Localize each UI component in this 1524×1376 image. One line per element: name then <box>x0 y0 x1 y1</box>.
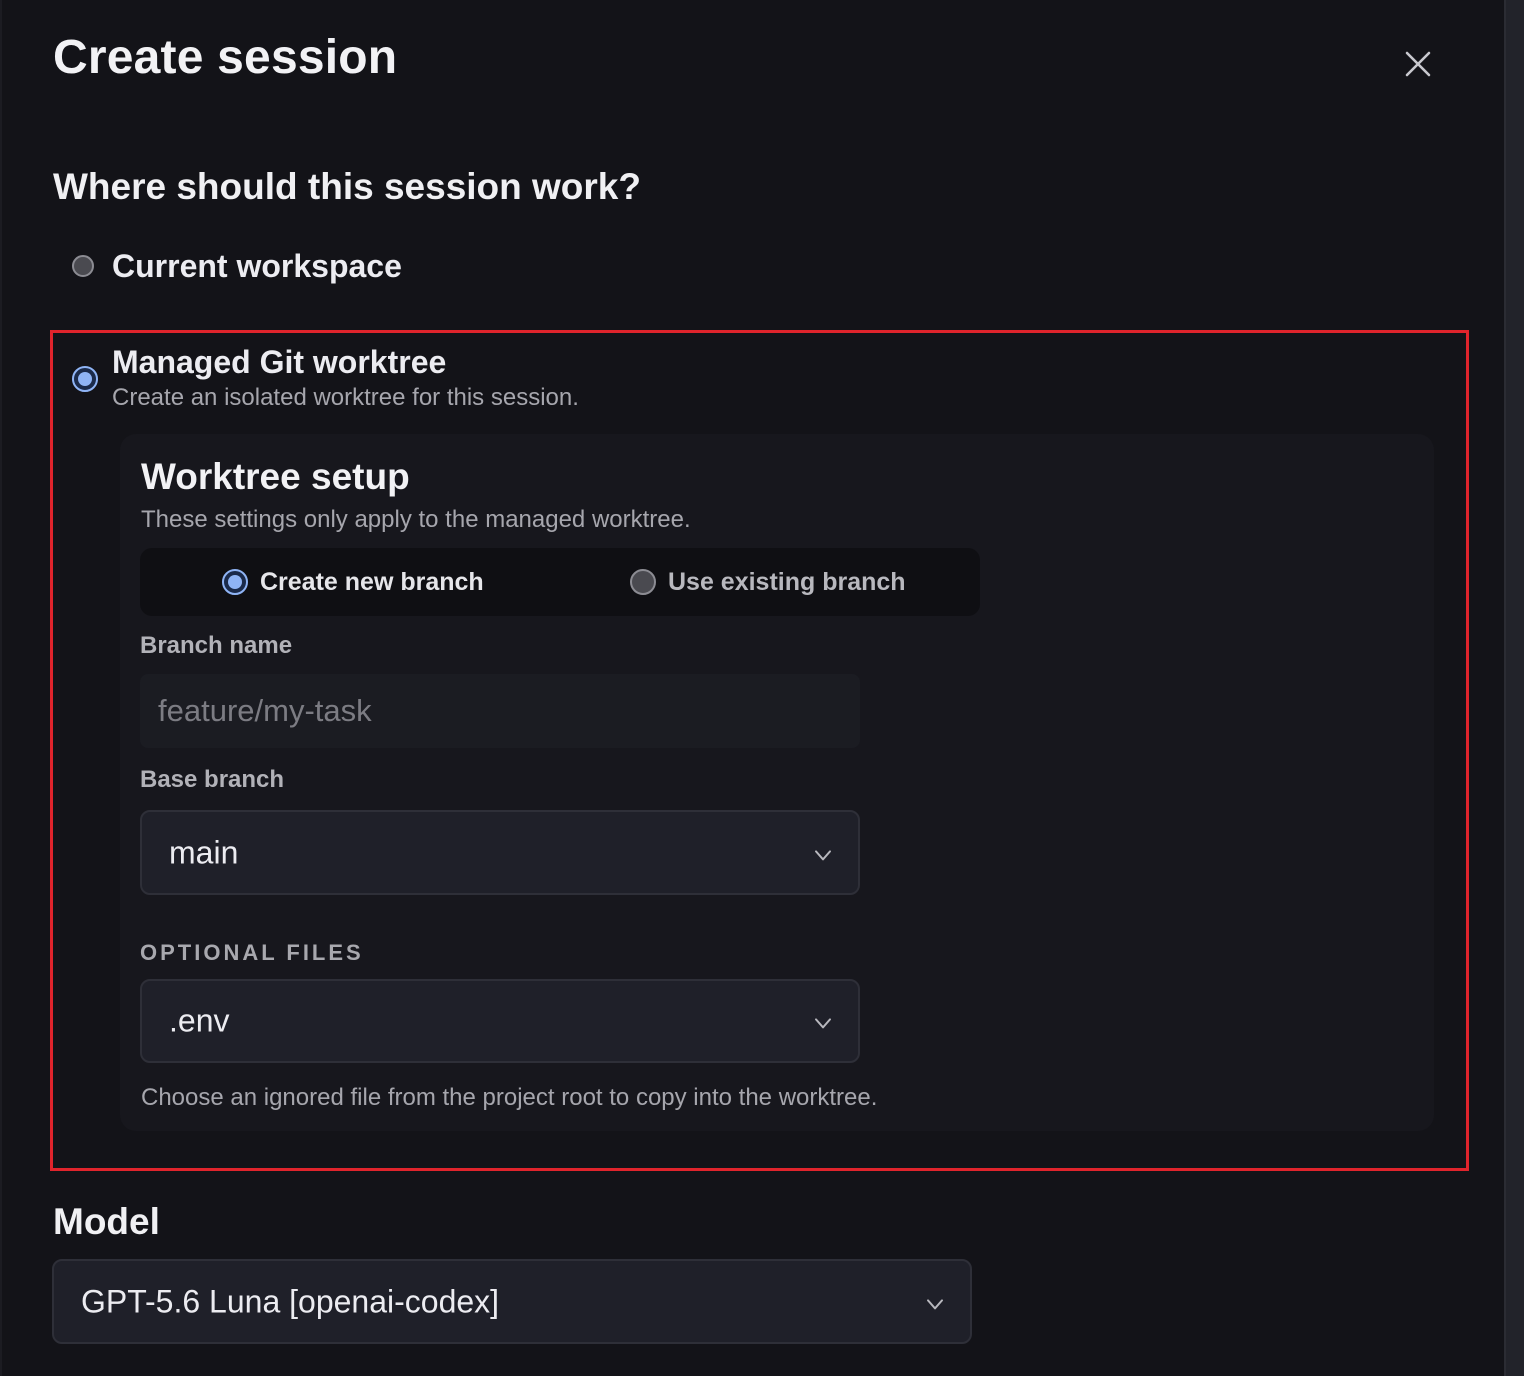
model-value: GPT-5.6 Luna [openai-codex] <box>81 1283 500 1319</box>
chevron-down-icon <box>815 849 831 860</box>
create-session-dialog: Create session Where should this session… <box>0 0 1506 1376</box>
optional-files-help: Choose an ignored file from the project … <box>141 1084 878 1111</box>
create-new-branch-label: Create new branch <box>260 567 484 596</box>
worktree-setup-panel: Worktree setup These settings only apply… <box>120 434 1434 1131</box>
window-edge <box>1504 0 1524 1376</box>
model-heading: Model <box>53 1201 160 1242</box>
managed-worktree-option[interactable]: Managed Git worktree Create an isolated … <box>72 344 692 414</box>
base-branch-label: Base branch <box>140 766 285 793</box>
branch-mode-toggle: Create new branch Use existing branch <box>140 548 980 616</box>
current-workspace-label: Current workspace <box>112 248 402 284</box>
location-heading: Where should this session work? <box>53 166 641 207</box>
use-existing-branch-option[interactable]: Use existing branch <box>630 548 906 616</box>
managed-worktree-radio[interactable] <box>72 366 98 392</box>
current-workspace-radio[interactable] <box>72 255 94 277</box>
close-button[interactable] <box>1400 46 1436 82</box>
chevron-down-icon <box>927 1298 943 1309</box>
create-new-branch-radio[interactable] <box>222 569 248 595</box>
dialog-title: Create session <box>53 31 398 84</box>
worktree-setup-title: Worktree setup <box>141 456 410 497</box>
create-new-branch-option[interactable]: Create new branch <box>222 548 484 616</box>
chevron-down-icon <box>815 1018 831 1029</box>
base-branch-select[interactable]: main <box>140 810 860 895</box>
managed-worktree-description: Create an isolated worktree for this ses… <box>112 384 579 411</box>
use-existing-branch-radio[interactable] <box>630 569 656 595</box>
worktree-setup-description: These settings only apply to the managed… <box>141 506 691 533</box>
optional-files-select[interactable]: .env <box>140 979 860 1063</box>
base-branch-value: main <box>169 834 239 870</box>
model-select[interactable]: GPT-5.6 Luna [openai-codex] <box>52 1259 972 1344</box>
managed-worktree-label: Managed Git worktree <box>112 344 447 380</box>
branch-name-input[interactable] <box>140 674 860 748</box>
use-existing-branch-label: Use existing branch <box>668 567 906 596</box>
branch-name-label: Branch name <box>140 632 293 659</box>
current-workspace-option[interactable]: Current workspace <box>72 248 432 288</box>
optional-files-label: OPTIONAL FILES <box>140 940 364 965</box>
optional-files-value: .env <box>169 1002 230 1039</box>
close-icon <box>1405 51 1431 77</box>
